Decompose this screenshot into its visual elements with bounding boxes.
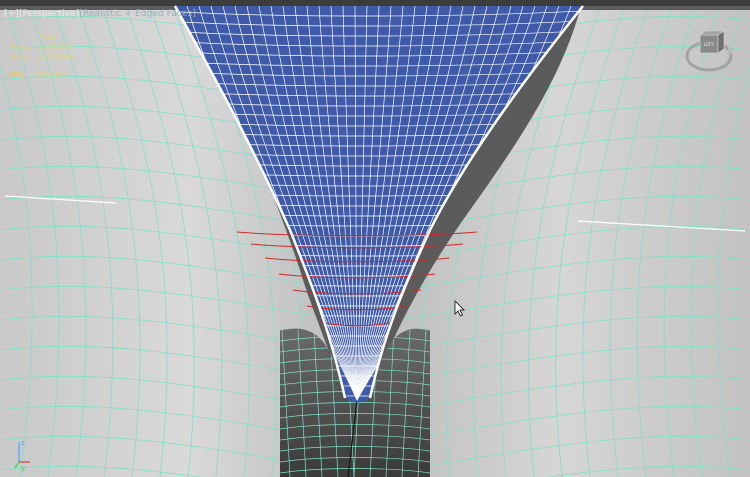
mesh-render[interactable] bbox=[0, 0, 750, 477]
stats-fps-label: FPS: bbox=[10, 71, 26, 79]
stats-fps-row: FPS: 151.884 bbox=[10, 70, 74, 80]
viewport-menu[interactable]: [+] bbox=[4, 9, 19, 19]
stats-fps-value: 151.884 bbox=[38, 71, 67, 79]
viewport-label: [+][Perspective][Realistic + Edged Faces… bbox=[4, 9, 196, 19]
viewport-view-label[interactable]: [Perspective] bbox=[19, 9, 79, 19]
viewport-shading-label[interactable]: [Realistic + Edged Faces] bbox=[79, 9, 196, 19]
viewcube[interactable]: LEFT bbox=[684, 26, 734, 76]
stats-header: Total bbox=[40, 33, 57, 41]
stats-verts-row: Verts: 1,571,298 bbox=[10, 52, 74, 62]
statistics-overlay: Total Polys: 1,583,664 Verts: 1,571,298 … bbox=[10, 32, 74, 80]
stats-polys-row: Polys: 1,583,664 bbox=[10, 42, 74, 52]
viewcube-face-label: LEFT bbox=[704, 42, 715, 48]
axis-z-label: z bbox=[21, 439, 25, 447]
viewcube-compass-marker bbox=[728, 48, 733, 54]
stats-verts-label: Verts: bbox=[10, 53, 31, 61]
stats-polys-value: 1,583,664 bbox=[38, 43, 74, 51]
stats-polys-label: Polys: bbox=[10, 43, 31, 51]
perspective-viewport[interactable]: [+][Perspective][Realistic + Edged Faces… bbox=[0, 0, 750, 477]
mouse-pointer-icon bbox=[454, 300, 465, 317]
stats-verts-value: 1,571,298 bbox=[38, 53, 74, 61]
axis-tripod: z y bbox=[14, 439, 30, 472]
axis-y-label: y bbox=[21, 464, 25, 472]
